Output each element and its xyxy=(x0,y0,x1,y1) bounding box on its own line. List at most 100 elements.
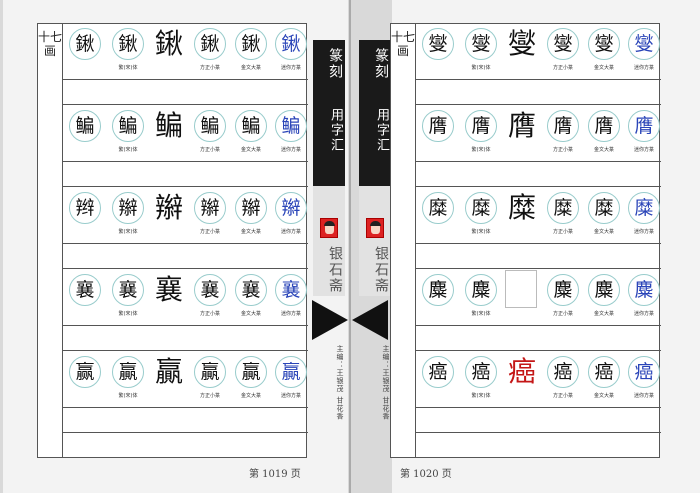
style-glyph: 鳊 xyxy=(194,110,226,142)
glyph-cell-jw: 燮金文大篆 xyxy=(585,28,623,76)
style-glyph: 燮 xyxy=(465,28,497,60)
glyph-cell-fz: 鍬方正小篆 xyxy=(191,28,229,76)
style-caption: 方正小篆 xyxy=(552,229,573,235)
editors-credit: 主编：王银茂 甘花香 xyxy=(382,345,390,421)
glyph-cell-main: 鳊 xyxy=(66,110,104,158)
glyph-cell-large: 鳊 xyxy=(150,109,188,158)
style-caption: 迷你方篆 xyxy=(633,147,654,153)
glyph-cell-large: 鍬 xyxy=(150,27,188,76)
glyph-cell-main: 糜 xyxy=(419,192,457,240)
glyph-cell-dn: 糜迷你方篆 xyxy=(625,192,663,240)
style-glyph: 膺 xyxy=(465,110,497,142)
style-glyph: 贏 xyxy=(235,356,267,388)
notes-row xyxy=(62,326,308,351)
glyph-cell-trad: 辮繁(宋)体 xyxy=(109,192,147,240)
glyph-cell-dn: 鳊迷你方篆 xyxy=(272,110,310,158)
glyph-cell-trad: 鍬繁(宋)体 xyxy=(109,28,147,76)
left-page: 十七画 鍬鍬繁(宋)体鍬鍬方正小篆鍬金文大篆鍬迷你方篆鳊鳊繁(宋)体鳊鳊方正小篆… xyxy=(3,0,348,493)
glyph-cell-dn: 癌迷你方篆 xyxy=(625,356,663,404)
page-gutter-line xyxy=(349,0,351,493)
style-glyph: 襄 xyxy=(235,274,267,306)
large-seal-glyph: 鍬 xyxy=(154,27,183,60)
notes-row xyxy=(62,244,308,269)
stroke-count-label: 十七画 xyxy=(38,30,63,58)
style-caption: 方正小篆 xyxy=(199,311,220,317)
style-caption: 繁(宋)体 xyxy=(471,311,491,317)
notes-row xyxy=(415,162,661,187)
style-caption: 迷你方篆 xyxy=(280,65,301,71)
editors-credit: 主编：王银茂 甘花香 xyxy=(336,345,344,421)
left-character-table: 十七画 鍬鍬繁(宋)体鍬鍬方正小篆鍬金文大篆鍬迷你方篆鳊鳊繁(宋)体鳊鳊方正小篆… xyxy=(37,23,310,458)
style-glyph: 癌 xyxy=(628,356,660,388)
style-caption: 迷你方篆 xyxy=(633,229,654,235)
spine-title-banner-right: 篆刻 用字汇 xyxy=(359,40,391,186)
glyph-cell-large xyxy=(503,270,541,322)
publisher-seal-icon xyxy=(366,218,384,238)
glyph-cell-fz: 膺方正小篆 xyxy=(544,110,582,158)
style-caption: 方正小篆 xyxy=(199,393,220,399)
style-glyph: 麋 xyxy=(465,274,497,306)
glyph-cell-main: 辫 xyxy=(66,192,104,240)
style-glyph: 贏 xyxy=(275,356,307,388)
style-glyph: 襄 xyxy=(112,274,144,306)
style-caption: 迷你方篆 xyxy=(280,311,301,317)
headword-glyph: 辫 xyxy=(69,192,101,224)
right-page: 十七画 燮燮繁(宋)体燮燮方正小篆燮金文大篆燮迷你方篆膺膺繁(宋)体膺膺方正小篆… xyxy=(390,0,700,493)
style-glyph: 燮 xyxy=(628,28,660,60)
glyph-cell-trad: 糜繁(宋)体 xyxy=(462,192,500,240)
style-glyph: 膺 xyxy=(588,110,620,142)
style-caption: 迷你方篆 xyxy=(633,311,654,317)
style-caption: 繁(宋)体 xyxy=(471,393,491,399)
style-caption: 迷你方篆 xyxy=(280,393,301,399)
publisher-name: 银石斋 xyxy=(373,246,389,294)
glyph-cell-main: 癌 xyxy=(419,356,457,404)
style-caption: 繁(宋)体 xyxy=(118,311,138,317)
headword-glyph: 糜 xyxy=(422,192,454,224)
glyph-cell-jw: 糜金文大篆 xyxy=(585,192,623,240)
style-caption: 迷你方篆 xyxy=(633,393,654,399)
spine-title: 用字汇 xyxy=(374,108,389,153)
spine-seal-script-title: 篆刻 xyxy=(327,48,343,80)
style-glyph: 贏 xyxy=(194,356,226,388)
glyph-cell-trad: 膺繁(宋)体 xyxy=(462,110,500,158)
glyph-cell-dn: 膺迷你方篆 xyxy=(625,110,663,158)
glyph-cell-main: 襄 xyxy=(66,274,104,322)
glyph-cell-jw: 癌金文大篆 xyxy=(585,356,623,404)
page-number: 第 1020 页 xyxy=(400,469,452,480)
glyph-cell-main: 鍬 xyxy=(66,28,104,76)
style-glyph: 癌 xyxy=(465,356,497,388)
stroke-count-column: 十七画 xyxy=(391,24,416,457)
style-glyph: 癌 xyxy=(547,356,579,388)
glyph-cell-large: 糜 xyxy=(503,191,541,240)
glyph-cell-large: 贏 xyxy=(150,355,188,404)
large-seal-glyph: 膺 xyxy=(507,109,536,142)
glyph-cell-dn: 鍬迷你方篆 xyxy=(272,28,310,76)
publisher-name: 银石斋 xyxy=(327,246,343,294)
character-row: 燮燮繁(宋)体燮燮方正小篆燮金文大篆燮迷你方篆 xyxy=(415,24,661,80)
glyph-cell-jw: 鍬金文大篆 xyxy=(232,28,270,76)
style-caption: 方正小篆 xyxy=(552,147,573,153)
notes-row xyxy=(62,408,308,433)
style-glyph: 麋 xyxy=(588,274,620,306)
notes-row xyxy=(415,408,661,433)
style-caption: 繁(宋)体 xyxy=(471,229,491,235)
large-seal-glyph: 辮 xyxy=(154,191,183,224)
style-caption: 方正小篆 xyxy=(199,65,220,71)
glyph-cell-fz: 糜方正小篆 xyxy=(544,192,582,240)
headword-glyph: 癌 xyxy=(422,356,454,388)
glyph-cell-fz: 燮方正小篆 xyxy=(544,28,582,76)
headword-glyph: 燮 xyxy=(422,28,454,60)
style-caption: 繁(宋)体 xyxy=(118,65,138,71)
headword-glyph: 鳊 xyxy=(69,110,101,142)
style-glyph: 鍬 xyxy=(194,28,226,60)
style-glyph: 膺 xyxy=(628,110,660,142)
glyph-cell-dn: 麋迷你方篆 xyxy=(625,274,663,322)
character-row: 辫辮繁(宋)体辮辮方正小篆辮金文大篆辮迷你方篆 xyxy=(62,188,308,244)
publisher-seal-icon xyxy=(320,218,338,238)
style-glyph: 辮 xyxy=(235,192,267,224)
spine-chevron-left-icon xyxy=(312,300,348,340)
spine-seal-script-title: 篆刻 xyxy=(373,48,389,80)
glyph-cell-trad: 贏繁(宋)体 xyxy=(109,356,147,404)
glyph-cell-fz: 癌方正小篆 xyxy=(544,356,582,404)
style-caption: 迷你方篆 xyxy=(280,229,301,235)
